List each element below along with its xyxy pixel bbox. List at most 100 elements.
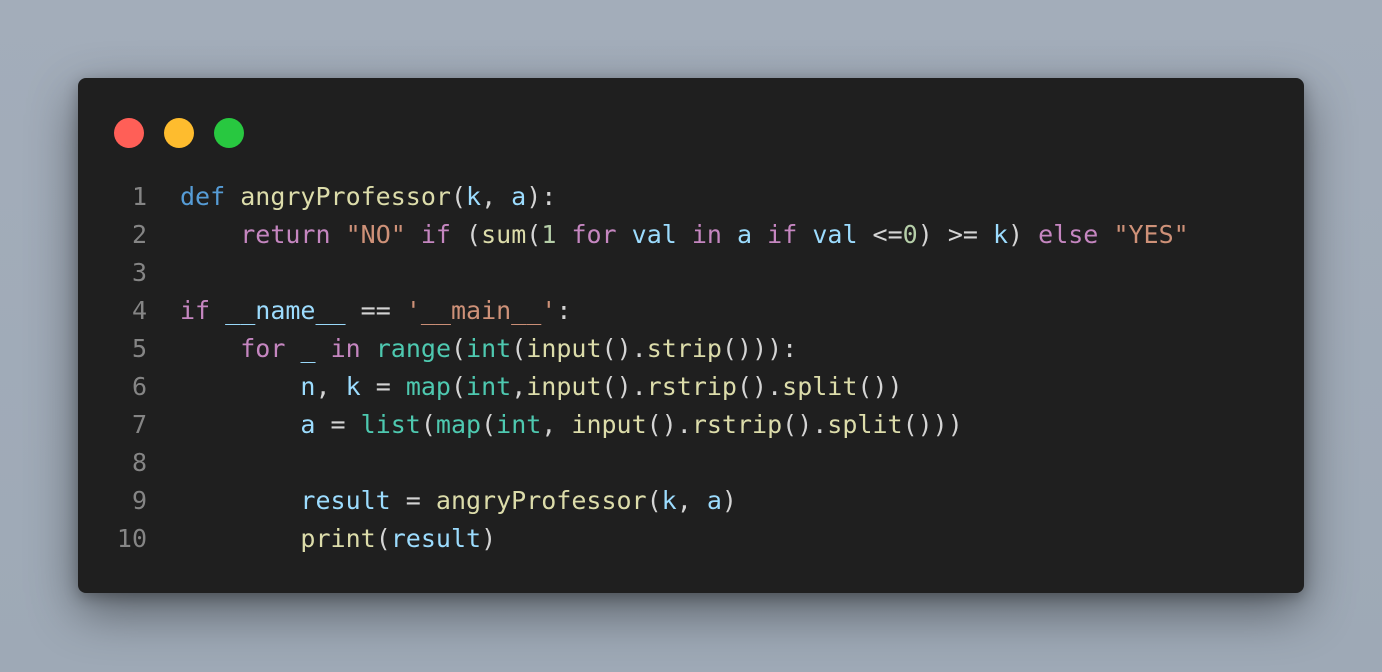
code-token: a xyxy=(300,410,316,439)
code-token: 0 xyxy=(902,220,918,249)
code-token: '__main__' xyxy=(405,296,557,325)
code-token: "YES" xyxy=(1113,220,1189,249)
code-token: return xyxy=(240,220,331,249)
code-token: if xyxy=(180,296,211,325)
code-token: strip xyxy=(646,334,722,363)
code-token: ( xyxy=(481,410,497,439)
code-token: in xyxy=(330,334,361,363)
code-token: angryProfessor xyxy=(240,182,451,211)
code-token: in xyxy=(691,220,722,249)
code-token: <= xyxy=(857,220,903,249)
code-token: (). xyxy=(601,372,647,401)
code-window: 1 def angryProfessor(k, a): 2 return "NO" … xyxy=(78,78,1304,593)
code-token: result xyxy=(300,486,391,515)
code-token: ( xyxy=(420,410,436,439)
code-token: , xyxy=(481,182,512,211)
code-token: ) xyxy=(1008,220,1039,249)
code-token: int xyxy=(466,334,512,363)
line-number: 8 xyxy=(131,448,147,477)
code-token: ( xyxy=(375,524,391,553)
code-token: map xyxy=(435,410,482,439)
code-token: split xyxy=(827,410,903,439)
code-token: = xyxy=(360,372,406,401)
code-token: , xyxy=(541,410,572,439)
code-token: angryProfessor xyxy=(435,486,647,515)
code-token: (). xyxy=(736,372,783,401)
line-source: return "NO" if (sum(1 for val in a if va… xyxy=(180,216,1189,254)
code-line: 8 xyxy=(78,444,1304,482)
line-number: 10 xyxy=(116,524,147,553)
code-token: "NO" xyxy=(345,220,406,249)
code-token: ())) xyxy=(902,410,963,439)
code-token: ( xyxy=(526,220,542,249)
code-token: int xyxy=(466,372,512,401)
code-token: : xyxy=(556,296,572,325)
line-number: 3 xyxy=(131,258,147,287)
code-token: ): xyxy=(526,182,557,211)
code-token: for xyxy=(571,220,617,249)
code-token: ) >= xyxy=(917,220,993,249)
code-token: rstrip xyxy=(691,410,783,439)
code-token: print xyxy=(300,524,376,553)
code-line: 1 def angryProfessor(k, a): xyxy=(78,178,1304,216)
code-token: _ xyxy=(300,334,316,363)
code-token: def xyxy=(180,182,226,211)
code-token: , xyxy=(315,372,346,401)
code-token: if xyxy=(420,220,451,249)
window-controls xyxy=(114,118,244,148)
code-token: split xyxy=(782,372,858,401)
code-token: a xyxy=(706,486,722,515)
code-token: rstrip xyxy=(646,372,737,401)
line-source: def angryProfessor(k, a): xyxy=(180,178,556,216)
code-token: val xyxy=(812,220,858,249)
code-token: ( xyxy=(450,372,467,401)
line-source: n, k = map(int,input().rstrip().split()) xyxy=(180,368,903,406)
code-token: input xyxy=(526,334,602,363)
code-token: a xyxy=(511,182,527,211)
line-source: print(result) xyxy=(180,520,496,558)
code-line: 3 xyxy=(78,254,1304,292)
code-token: if xyxy=(767,220,798,249)
code-token: (). xyxy=(782,410,828,439)
code-token: = xyxy=(315,410,361,439)
line-number: 4 xyxy=(131,296,147,325)
code-token: ( xyxy=(646,486,662,515)
code-line: 2 return "NO" if (sum(1 for val in a if … xyxy=(78,216,1304,254)
line-number: 7 xyxy=(131,410,147,439)
line-number: 9 xyxy=(131,486,147,515)
maximize-button[interactable] xyxy=(214,118,244,148)
code-token: result xyxy=(390,524,482,553)
code-token: range xyxy=(375,334,451,363)
code-token: , xyxy=(511,372,527,401)
code-token: ()) xyxy=(857,372,903,401)
line-number: 5 xyxy=(131,334,147,363)
code-line: 10 print(result) xyxy=(78,520,1304,558)
code-token: , xyxy=(676,486,707,515)
close-button[interactable] xyxy=(114,118,144,148)
code-token: k xyxy=(992,220,1009,249)
code-token: list xyxy=(360,410,421,439)
code-token: 1 xyxy=(541,220,557,249)
code-token: __name__ xyxy=(225,296,346,325)
code-token: n xyxy=(300,372,316,401)
code-token: else xyxy=(1038,220,1099,249)
code-line: 7 a = list(map(int, input().rstrip().spl… xyxy=(78,406,1304,444)
code-token: k xyxy=(345,372,361,401)
line-source: result = angryProfessor(k, a) xyxy=(180,482,737,520)
code-token: a xyxy=(737,220,753,249)
minimize-button[interactable] xyxy=(164,118,194,148)
line-source: if __name__ == '__main__': xyxy=(180,292,571,330)
code-token: ) xyxy=(721,486,737,515)
